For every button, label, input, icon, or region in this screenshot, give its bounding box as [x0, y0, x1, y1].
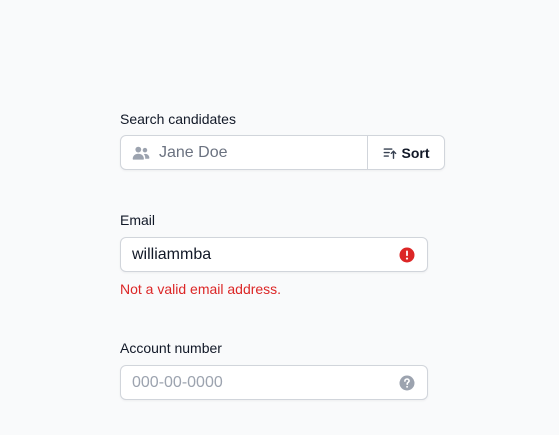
- account-number-field[interactable]: [121, 366, 427, 399]
- account-number-wrap: [120, 365, 428, 400]
- search-candidates-label: Search candidates: [120, 111, 236, 127]
- question-circle-icon[interactable]: [399, 375, 415, 391]
- search-candidates-group: Sort: [120, 135, 445, 170]
- sort-button[interactable]: Sort: [367, 136, 444, 169]
- sort-button-label: Sort: [401, 144, 430, 161]
- exclamation-circle-icon: [399, 247, 415, 263]
- account-number-label: Account number: [120, 340, 222, 356]
- email-error-message: Not a valid email address.: [120, 281, 282, 297]
- search-candidates-input[interactable]: [121, 136, 367, 169]
- search-input-wrap: [121, 136, 367, 169]
- email-label: Email: [120, 212, 156, 228]
- sort-ascending-icon: [383, 146, 397, 160]
- email-field-wrap: [120, 237, 428, 272]
- users-icon: [132, 145, 150, 161]
- email-field[interactable]: [121, 238, 427, 271]
